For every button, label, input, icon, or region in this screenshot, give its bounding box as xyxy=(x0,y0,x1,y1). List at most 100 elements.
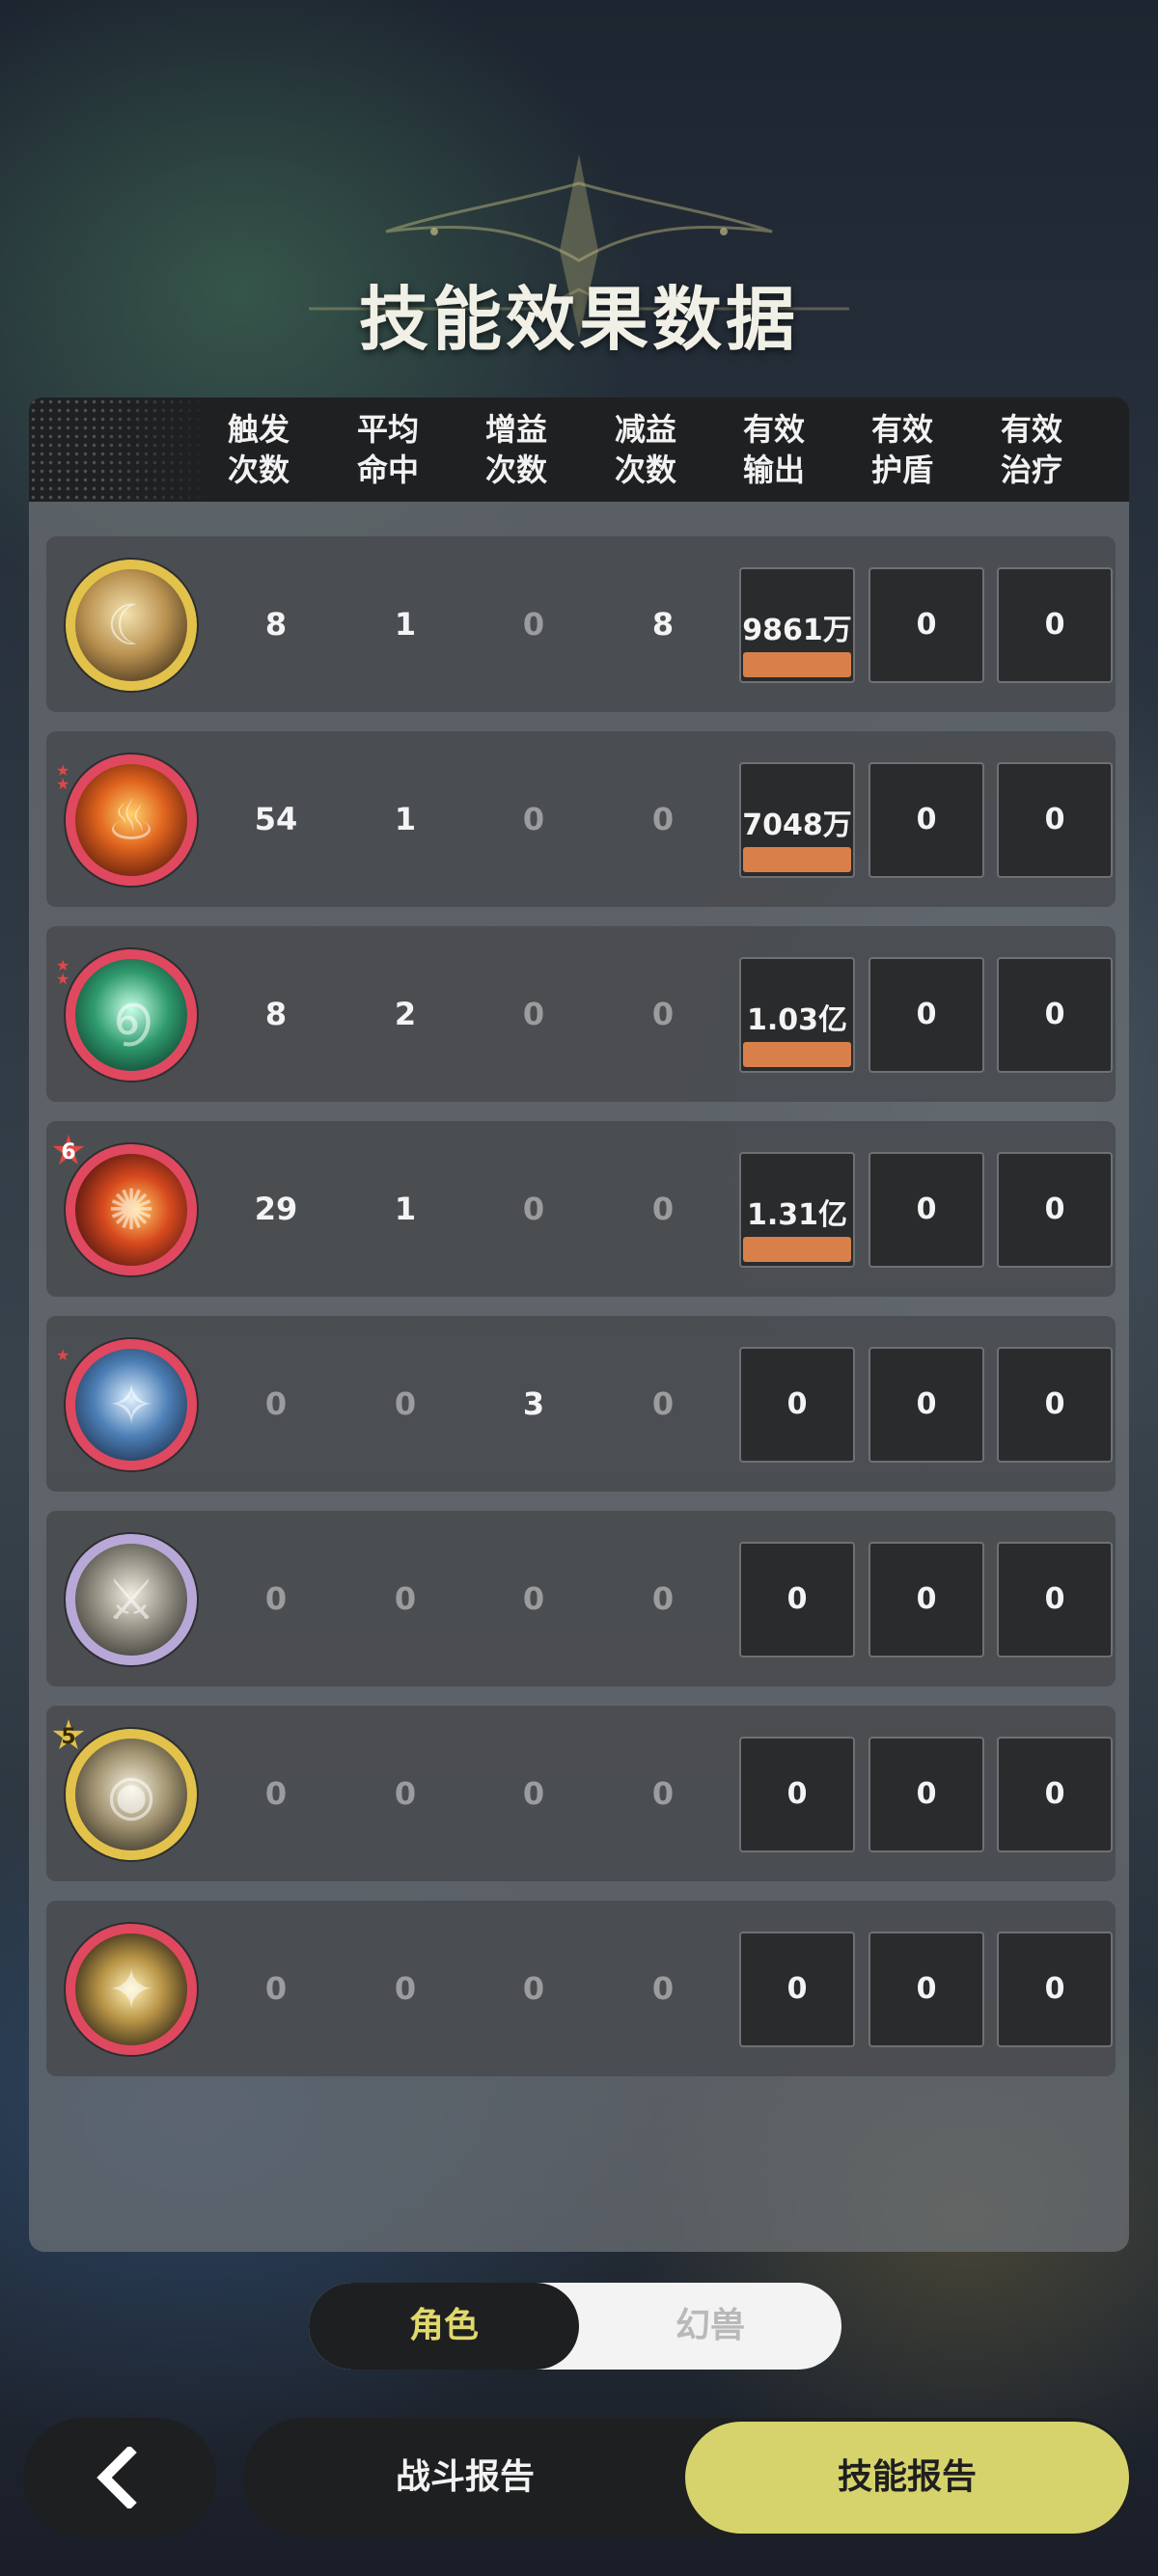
cell-shield: 0 xyxy=(868,1542,984,1658)
star-rank-icon: ★ ★ xyxy=(56,761,70,793)
cell-output-value: 0 xyxy=(786,1972,808,2006)
header-pattern xyxy=(29,397,212,502)
golden-target-skill-icon[interactable]: ✦ xyxy=(66,1924,197,2055)
cell-debuffs: 0 xyxy=(651,996,675,1032)
cell-triggers: 0 xyxy=(264,1385,288,1422)
header-buffs: 增益 次数 xyxy=(484,411,547,488)
cell-avg-hits: 1 xyxy=(394,1191,417,1227)
table-row: ൭ ★ ★ 8 2 0 0 1.03亿 0 0 xyxy=(46,926,1116,1102)
cell-output-value: 0 xyxy=(786,1387,808,1421)
cell-heal: 0 xyxy=(997,957,1113,1073)
cell-debuffs: 8 xyxy=(651,606,675,643)
cell-heal-value: 0 xyxy=(1044,1192,1065,1226)
cell-heal: 0 xyxy=(997,567,1113,683)
tab-skill-report[interactable]: 技能报告 xyxy=(685,2422,1129,2534)
cell-shield-value: 0 xyxy=(916,1387,937,1421)
cell-avg-hits: 0 xyxy=(394,1580,417,1617)
cell-triggers: 8 xyxy=(264,996,288,1032)
table-header: 触发 次数 平均 命中 增益 次数 减益 次数 有效 输出 有效 护盾 有效 治… xyxy=(29,397,1129,502)
cell-heal-value: 0 xyxy=(1044,1972,1065,2006)
table-row: ♨ ★ ★ 54 1 0 0 7048万 0 0 xyxy=(46,731,1116,907)
cell-shield-value: 0 xyxy=(916,998,937,1031)
cell-debuffs: 0 xyxy=(651,1580,675,1617)
cell-shield-value: 0 xyxy=(916,1777,937,1811)
cell-shield-value: 0 xyxy=(916,608,937,642)
cell-heal-value: 0 xyxy=(1044,1387,1065,1421)
golden-crescent-skill-icon[interactable]: ☾ xyxy=(66,560,197,691)
header-shield: 有效 护盾 xyxy=(870,411,933,488)
table-row: ◉ 5 0 0 0 0 0 0 0 xyxy=(46,1706,1116,1881)
cell-buffs: 0 xyxy=(522,801,545,837)
cell-buffs: 0 xyxy=(522,1580,545,1617)
cell-debuffs: 0 xyxy=(651,801,675,837)
report-tabbar: 战斗报告 技能报告 xyxy=(243,2418,1131,2537)
cell-avg-hits: 1 xyxy=(394,606,417,643)
tab-battle-report[interactable]: 战斗报告 xyxy=(243,2418,687,2537)
role-beast-toggle[interactable]: 角色 幻兽 xyxy=(309,2283,841,2370)
cell-triggers: 0 xyxy=(264,1580,288,1617)
cell-shield: 0 xyxy=(868,1737,984,1852)
all-seeing-eye-skill-icon[interactable]: ◉ xyxy=(66,1729,197,1860)
cell-shield: 0 xyxy=(868,762,984,878)
cell-triggers: 0 xyxy=(264,1775,288,1812)
cell-triggers: 54 xyxy=(254,801,298,837)
skill-rank: 6 xyxy=(61,1140,76,1165)
table-row: ✦ 0 0 0 0 0 0 0 xyxy=(46,1901,1116,2076)
toggle-beast[interactable]: 幻兽 xyxy=(579,2283,841,2370)
cell-output: 0 xyxy=(739,1347,855,1463)
cell-shield: 0 xyxy=(868,567,984,683)
header-output: 有效 输出 xyxy=(742,411,805,488)
page-title: 技能效果数据 xyxy=(358,279,799,360)
warrior-strike-skill-icon[interactable]: ⚔ xyxy=(66,1534,197,1665)
skill-data-panel: 触发 次数 平均 命中 增益 次数 减益 次数 有效 输出 有效 护盾 有效 治… xyxy=(29,397,1129,2252)
back-arrow-icon xyxy=(96,2447,137,2508)
cell-shield: 0 xyxy=(868,957,984,1073)
table-row: ⚔ 0 0 0 0 0 0 0 xyxy=(46,1511,1116,1686)
cell-heal: 0 xyxy=(997,1737,1113,1852)
skill-rank: 5 xyxy=(61,1725,76,1749)
cell-output: 0 xyxy=(739,1542,855,1658)
flame-burst-skill-icon[interactable]: ♨ xyxy=(66,754,197,886)
back-button[interactable] xyxy=(23,2418,216,2537)
output-bar xyxy=(743,1237,851,1262)
toggle-role[interactable]: 角色 xyxy=(309,2283,579,2370)
jade-vortex-skill-icon[interactable]: ൭ xyxy=(66,949,197,1081)
fire-swirl-skill-icon[interactable]: ✺ xyxy=(66,1144,197,1275)
cell-output: 1.03亿 xyxy=(739,957,855,1073)
cell-heal: 0 xyxy=(997,1152,1113,1268)
cell-heal: 0 xyxy=(997,762,1113,878)
cell-heal: 0 xyxy=(997,1347,1113,1463)
cell-output: 1.31亿 xyxy=(739,1152,855,1268)
cell-debuffs: 0 xyxy=(651,1970,675,2007)
header-heal: 有效 治疗 xyxy=(1000,411,1062,488)
cell-avg-hits: 0 xyxy=(394,1970,417,2007)
output-bar xyxy=(743,652,851,677)
star-rank-icon: ★ ★ xyxy=(56,956,70,988)
cell-shield-value: 0 xyxy=(916,803,937,836)
cell-debuffs: 0 xyxy=(651,1775,675,1812)
cell-heal-value: 0 xyxy=(1044,1582,1065,1616)
cell-buffs: 3 xyxy=(522,1385,545,1422)
output-bar xyxy=(743,847,851,872)
cell-debuffs: 0 xyxy=(651,1385,675,1422)
cell-buffs: 0 xyxy=(522,1775,545,1812)
header-avg-hits: 平均 命中 xyxy=(356,411,419,488)
table-row: ✧ ★ 0 0 3 0 0 0 0 xyxy=(46,1316,1116,1492)
cell-triggers: 8 xyxy=(264,606,288,643)
cell-shield: 0 xyxy=(868,1932,984,2047)
cell-output-value: 0 xyxy=(786,1777,808,1811)
cell-heal: 0 xyxy=(997,1542,1113,1658)
table-row: ☾ 8 1 0 8 9861万 0 0 xyxy=(46,536,1116,712)
cell-shield-value: 0 xyxy=(916,1972,937,2006)
cell-output: 0 xyxy=(739,1737,855,1852)
output-bar xyxy=(743,1042,851,1067)
cell-avg-hits: 1 xyxy=(394,801,417,837)
cell-triggers: 0 xyxy=(264,1970,288,2007)
cell-shield: 0 xyxy=(868,1347,984,1463)
cell-heal-value: 0 xyxy=(1044,803,1065,836)
cell-output-value: 0 xyxy=(786,1582,808,1616)
cell-buffs: 0 xyxy=(522,996,545,1032)
cell-avg-hits: 0 xyxy=(394,1775,417,1812)
ice-crest-skill-icon[interactable]: ✧ xyxy=(66,1339,197,1470)
star-rank-icon: ★ xyxy=(56,1346,70,1364)
